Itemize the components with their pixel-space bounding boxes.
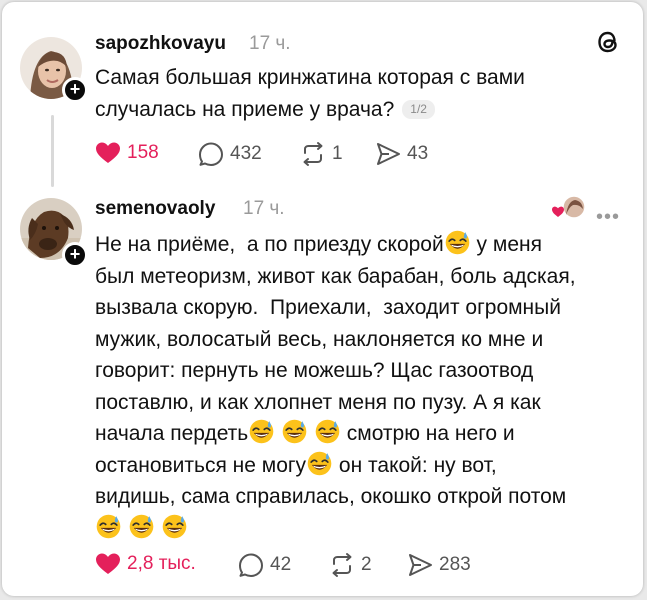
post-time: 17 ч. [249, 33, 291, 54]
text-line: Не на приёме, а по приезду скорой [95, 233, 444, 256]
repost-count: 2 [361, 554, 372, 575]
reply-count: 42 [270, 554, 292, 575]
text-line: говорит: пернуть не можешь? Щас газоотво… [95, 359, 534, 382]
grinning-sweat-emoji [249, 419, 274, 444]
username[interactable]: sapozhkovayu [95, 33, 226, 55]
grinning-sweat-emoji [96, 514, 121, 539]
text-line: он такой: ну вот, [333, 453, 497, 477]
like-button[interactable]: 2,8 тыс. [95, 552, 196, 576]
threads-logo-icon[interactable] [596, 29, 620, 60]
reply-button[interactable]: 42 [238, 552, 291, 578]
post-time: 17 ч. [243, 198, 285, 219]
share-count: 283 [439, 554, 471, 575]
text-line: был метеоризм, живот как барабан, боль а… [95, 264, 576, 288]
speech-bubble-icon [199, 142, 223, 166]
reply-count: 432 [230, 143, 262, 164]
text-line: начала пердеть [95, 422, 249, 445]
repost-button[interactable]: 1 [300, 141, 343, 167]
liked-by-author-badge [551, 195, 587, 226]
text-line: вызвала скорую. Приехали, заходит огромн… [95, 296, 561, 319]
thread-line [51, 115, 54, 187]
post-text: Самая большая кринжатина которая с вами … [95, 62, 525, 125]
grinning-sweat-emoji [445, 230, 470, 255]
grinning-sweat-emoji [315, 419, 340, 444]
reply-button[interactable]: 432 [198, 141, 262, 167]
share-button[interactable]: 283 [407, 552, 471, 578]
text-line: смотрю на него и [340, 422, 515, 445]
threads-card: + sapozhkovayu 17 ч. Самая большая кринж… [2, 2, 643, 596]
text-line: остановиться не могу [95, 453, 307, 477]
repost-button[interactable]: 2 [329, 552, 372, 578]
pager-badge[interactable]: 1/2 [402, 99, 435, 119]
send-icon [409, 554, 432, 576]
repost-count: 1 [332, 143, 343, 164]
text-line: у меня [470, 233, 542, 256]
send-icon [377, 143, 400, 165]
follow-button[interactable]: + [62, 77, 88, 103]
grinning-sweat-emoji [307, 451, 332, 476]
grinning-sweat-emoji [162, 514, 187, 539]
repost-icon [332, 553, 352, 577]
text-line: мужик, волосатый весь, наклоняется ко мн… [95, 327, 544, 351]
follow-button[interactable]: + [62, 242, 88, 268]
text-line: видишь, сама справилась, окошко открой п… [95, 485, 567, 508]
grinning-sweat-emoji [282, 419, 307, 444]
like-button[interactable]: 158 [95, 141, 159, 165]
more-options-icon[interactable]: ••• [596, 206, 620, 229]
grinning-sweat-emoji [129, 514, 154, 539]
heart-icon [96, 142, 120, 163]
like-count: 158 [127, 142, 159, 163]
text-line: поставлю, и как хлопнет меня по пузу. А … [95, 390, 541, 414]
heart-icon [96, 553, 120, 574]
post-text-body: Самая большая кринжатина которая с вами … [95, 66, 525, 121]
share-button[interactable]: 43 [375, 141, 428, 167]
speech-bubble-icon [239, 553, 263, 577]
post-text: Не на приёме, а по приезду скорой у меня… [95, 229, 576, 544]
share-count: 43 [407, 143, 429, 164]
username[interactable]: semenovaoly [95, 198, 215, 220]
like-count: 2,8 тыс. [127, 553, 196, 574]
repost-icon [303, 142, 323, 166]
heart-icon [552, 206, 564, 217]
